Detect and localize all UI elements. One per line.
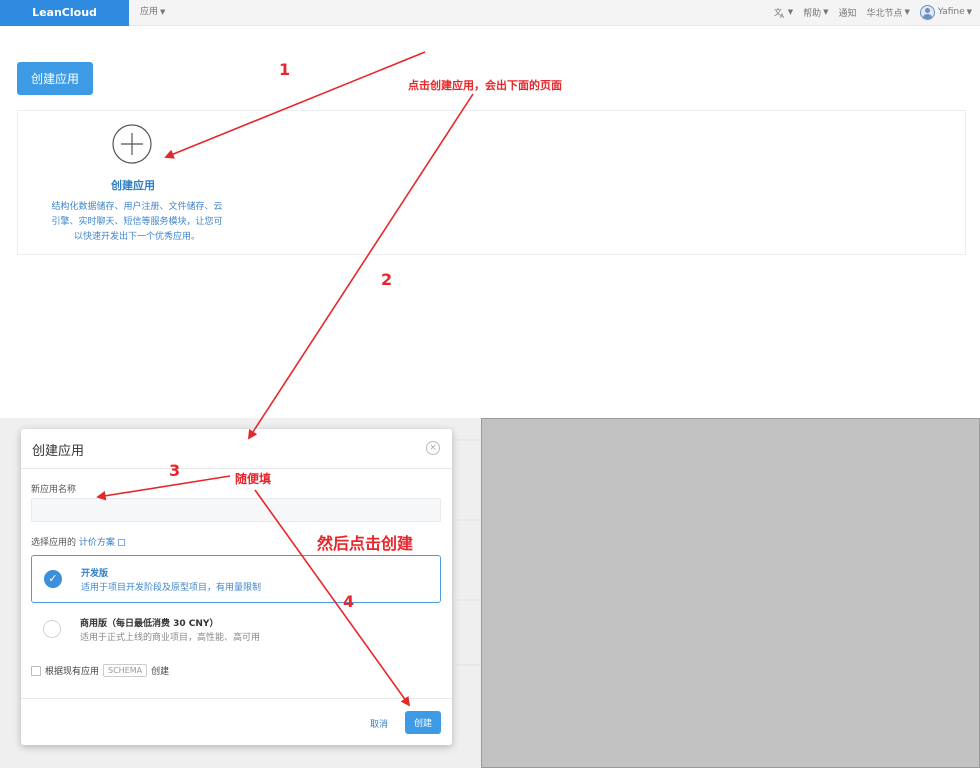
plan-label-text: 选择应用的 xyxy=(31,538,77,548)
apps-menu-label: 应用 xyxy=(140,7,159,17)
chevron-down-icon: ▼ xyxy=(966,8,972,16)
schema-option: 根据现有应用 SCHEMA 创建 xyxy=(31,664,169,677)
chevron-down-icon: ▼ xyxy=(823,8,829,16)
plan-description: 适用于正式上线的商业项目，高性能、高可用 xyxy=(80,633,261,643)
card-description-line: 引擎、实时聊天、短信等服务模块，让您可 xyxy=(51,217,223,227)
region-label: 华北节点 xyxy=(866,8,903,19)
cancel-button[interactable]: 取消 xyxy=(370,717,388,730)
plan-name: 开发版 xyxy=(81,569,109,579)
user-avatar-icon xyxy=(919,4,935,20)
plan-description: 适用于项目开发阶段及原型项目，有用量限制 xyxy=(81,583,262,593)
annotation-step-4: 4 xyxy=(343,592,355,611)
help-menu-label: 帮助 xyxy=(803,8,822,19)
translate-icon: 文 A xyxy=(774,7,785,18)
schema-select[interactable]: SCHEMA xyxy=(103,664,148,677)
schema-prefix: 根据现有应用 xyxy=(45,667,100,677)
external-link-icon xyxy=(117,539,125,546)
pricing-link[interactable]: 计价方案 xyxy=(79,538,115,548)
username-label: Yafine xyxy=(937,7,965,17)
notifications-label: 通知 xyxy=(838,8,857,19)
radio-icon xyxy=(43,620,61,638)
annotation-step-2: 2 xyxy=(381,270,393,289)
plan-option-dev[interactable]: ✓ 开发版 适用于项目开发阶段及原型项目，有用量限制 xyxy=(31,555,441,603)
annotation-note-click-create: 点击创建应用，会出下面的页面 xyxy=(408,79,562,92)
annotation-note-then-click: 然后点击创建 xyxy=(317,534,414,553)
chevron-down-icon: ▼ xyxy=(904,8,910,16)
create-app-card[interactable]: 创建应用 结构化数据储存、用户注册、文件储存、云 引擎、实时聊天、短信等服务模块… xyxy=(17,110,966,255)
user-menu[interactable]: Yafine ▼ xyxy=(919,4,972,20)
language-menu[interactable]: 文 A ▼ xyxy=(774,7,793,18)
blank-gray-panel xyxy=(481,418,980,768)
modal-title: 创建应用 xyxy=(32,444,85,459)
chevron-down-icon: ▼ xyxy=(160,8,166,16)
close-icon[interactable]: × xyxy=(426,441,440,455)
schema-checkbox[interactable] xyxy=(31,665,41,676)
apps-menu[interactable]: 应用 ▼ xyxy=(140,0,165,24)
plan-option-business[interactable]: 商用版（每日最低消费 30 CNY） 适用于正式上线的商业项目，高性能、高可用 xyxy=(31,606,441,654)
card-title: 创建应用 xyxy=(111,179,155,192)
chevron-down-icon: ▼ xyxy=(787,8,794,16)
navbar-right: 文 A ▼ 帮助 ▼ 通知 华北节点 ▼ Yafine ▼ xyxy=(774,0,972,24)
card-description: 结构化数据储存、用户注册、文件储存、云 引擎、实时聊天、短信等服务模块，让您可 … xyxy=(30,200,244,245)
app-name-input[interactable] xyxy=(31,498,441,522)
check-icon: ✓ xyxy=(44,570,62,588)
notifications-link[interactable]: 通知 xyxy=(839,6,857,19)
plus-circle-icon xyxy=(112,124,152,164)
create-app-button[interactable]: 创建应用 xyxy=(17,62,93,95)
app-name-label: 新应用名称 xyxy=(31,485,77,495)
divider xyxy=(21,698,452,699)
help-menu[interactable]: 帮助 ▼ xyxy=(803,6,828,19)
schema-suffix: 创建 xyxy=(151,667,170,677)
submit-create-button[interactable]: 创建 xyxy=(405,711,441,734)
card-description-line: 以快速开发出下一个优秀应用。 xyxy=(73,232,200,242)
annotation-step-3: 3 xyxy=(169,461,181,480)
svg-text:A: A xyxy=(780,13,785,18)
region-menu[interactable]: 华北节点 ▼ xyxy=(867,6,910,19)
plan-label: 选择应用的 计价方案 xyxy=(31,535,125,548)
divider xyxy=(21,468,452,469)
card-description-line: 结构化数据储存、用户注册、文件储存、云 xyxy=(51,202,223,212)
plan-name: 商用版（每日最低消费 30 CNY） xyxy=(80,619,219,629)
top-navbar: LeanCloud 应用 ▼ 文 A ▼ 帮助 ▼ 通知 华北节点 ▼ Yafine ▼ xyxy=(0,0,980,26)
annotation-step-1: 1 xyxy=(279,60,291,79)
brand-logo[interactable]: LeanCloud xyxy=(0,0,129,26)
annotation-note-fill: 随便填 xyxy=(235,472,272,486)
